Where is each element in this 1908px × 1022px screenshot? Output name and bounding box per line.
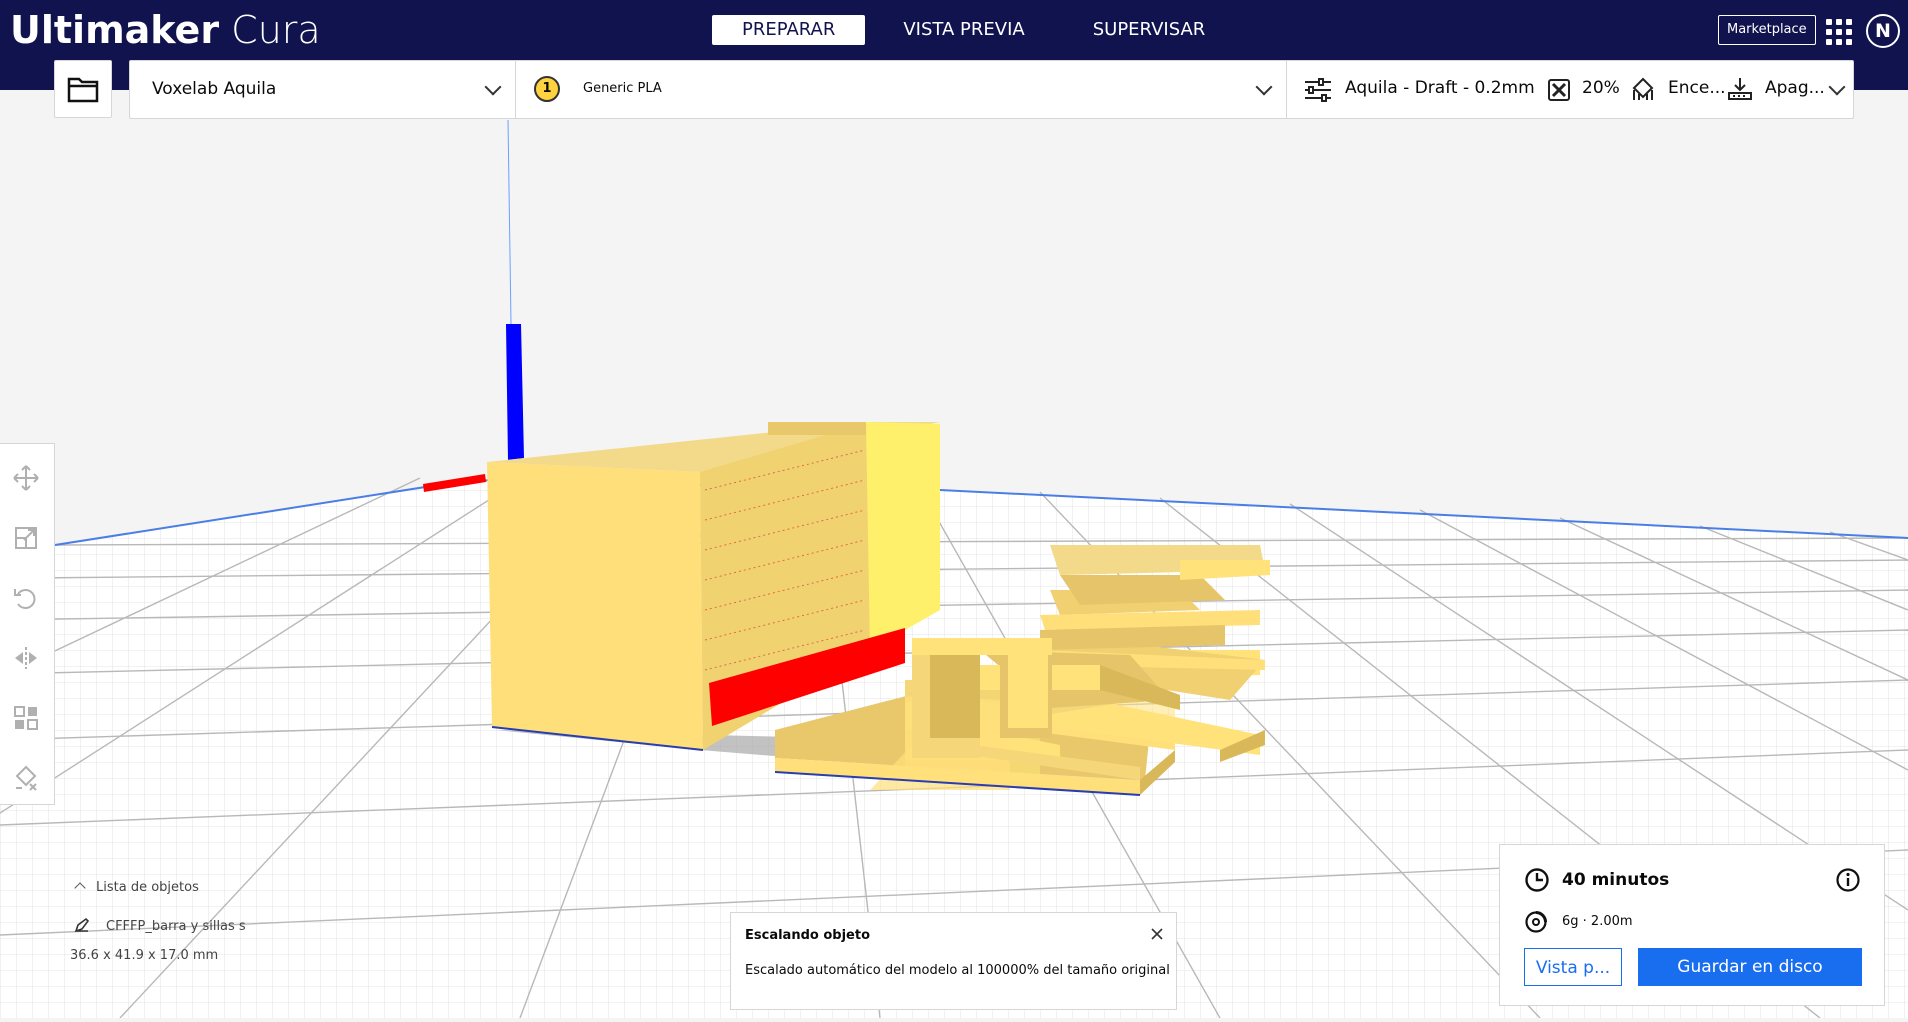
tool-strip (0, 443, 55, 805)
tab-preview[interactable]: VISTA PREVIA (873, 15, 1054, 45)
chevron-down-icon (484, 78, 502, 96)
scale-tool-icon[interactable] (12, 524, 40, 552)
chevron-up-icon (74, 882, 86, 894)
save-to-disk-button[interactable]: Guardar en disco (1638, 948, 1862, 986)
app-logo: Ultimaker Cura (10, 4, 321, 56)
material-selector[interactable]: 1 Generic PLA (516, 61, 1287, 118)
z-axis (506, 324, 524, 460)
object-list-toggle[interactable]: Lista de objetos (74, 880, 199, 895)
preview-button[interactable]: Vista p... (1524, 948, 1622, 986)
mirror-tool-icon[interactable] (12, 644, 40, 672)
support-label: Ence... (1668, 78, 1726, 98)
chevron-down-icon (1828, 78, 1846, 96)
infill-icon (1548, 79, 1570, 101)
rotate-tool-icon[interactable] (12, 584, 40, 612)
print-settings-selector[interactable]: Aquila - Draft - 0.2mm 20% Ence... Apag.… (1287, 61, 1853, 118)
message-body: Escalado automático del modelo al 100000… (745, 963, 1170, 978)
scaling-message: Escalando objeto Escalado automático del… (730, 912, 1177, 1010)
info-icon[interactable] (1835, 867, 1861, 893)
folder-icon (67, 77, 99, 103)
message-title: Escalando objeto (745, 928, 870, 943)
object-list-item[interactable]: CFFFP_barra y sillas s (74, 917, 246, 934)
object-list-label: Lista de objetos (96, 880, 199, 895)
support-blocker-icon[interactable] (12, 764, 40, 792)
pencil-icon (74, 917, 90, 933)
brand-bold: Ultimaker (10, 8, 220, 52)
per-model-settings-icon[interactable] (12, 704, 40, 732)
spool-icon (1525, 911, 1547, 933)
chevron-down-icon (1255, 78, 1273, 96)
printer-setup-bar: Voxelab Aquila 1 Generic PLA Aquila - Dr… (129, 60, 1854, 119)
object-name: CFFFP_barra y sillas s (106, 919, 246, 934)
print-action-panel: 40 minutos 6g · 2.00m Vista p... Guardar… (1499, 844, 1885, 1006)
object-dimensions: 36.6 x 41.9 x 17.0 mm (70, 948, 219, 963)
close-icon[interactable] (1150, 927, 1164, 941)
material-estimate: 6g · 2.00m (1562, 914, 1633, 929)
print-time: 40 minutos (1562, 870, 1670, 890)
account-avatar[interactable]: N (1866, 14, 1900, 48)
3d-model[interactable] (487, 422, 1270, 796)
adhesion-icon (1728, 78, 1752, 100)
material-name: Generic PLA (583, 81, 662, 96)
extruder-badge: 1 (534, 76, 560, 102)
marketplace-button[interactable]: Marketplace (1718, 15, 1816, 45)
move-tool-icon[interactable] (12, 464, 40, 492)
support-icon (1632, 77, 1654, 100)
open-file-button[interactable] (54, 60, 112, 118)
brand-light: Cura (231, 8, 321, 52)
profile-label: Aquila - Draft - 0.2mm (1345, 78, 1535, 98)
tab-prepare[interactable]: PREPARAR (712, 15, 866, 45)
tab-monitor[interactable]: SUPERVISAR (1063, 15, 1236, 45)
adhesion-label: Apag... (1765, 78, 1825, 98)
apps-grid-icon[interactable] (1826, 19, 1852, 45)
sliders-icon (1305, 78, 1331, 102)
printer-selector[interactable]: Voxelab Aquila (130, 61, 516, 118)
stage-tabs: PREPARAR VISTA PREVIA SUPERVISAR (712, 15, 1243, 45)
clock-icon (1525, 868, 1549, 892)
printer-name: Voxelab Aquila (152, 79, 277, 99)
infill-label: 20% (1582, 78, 1620, 98)
